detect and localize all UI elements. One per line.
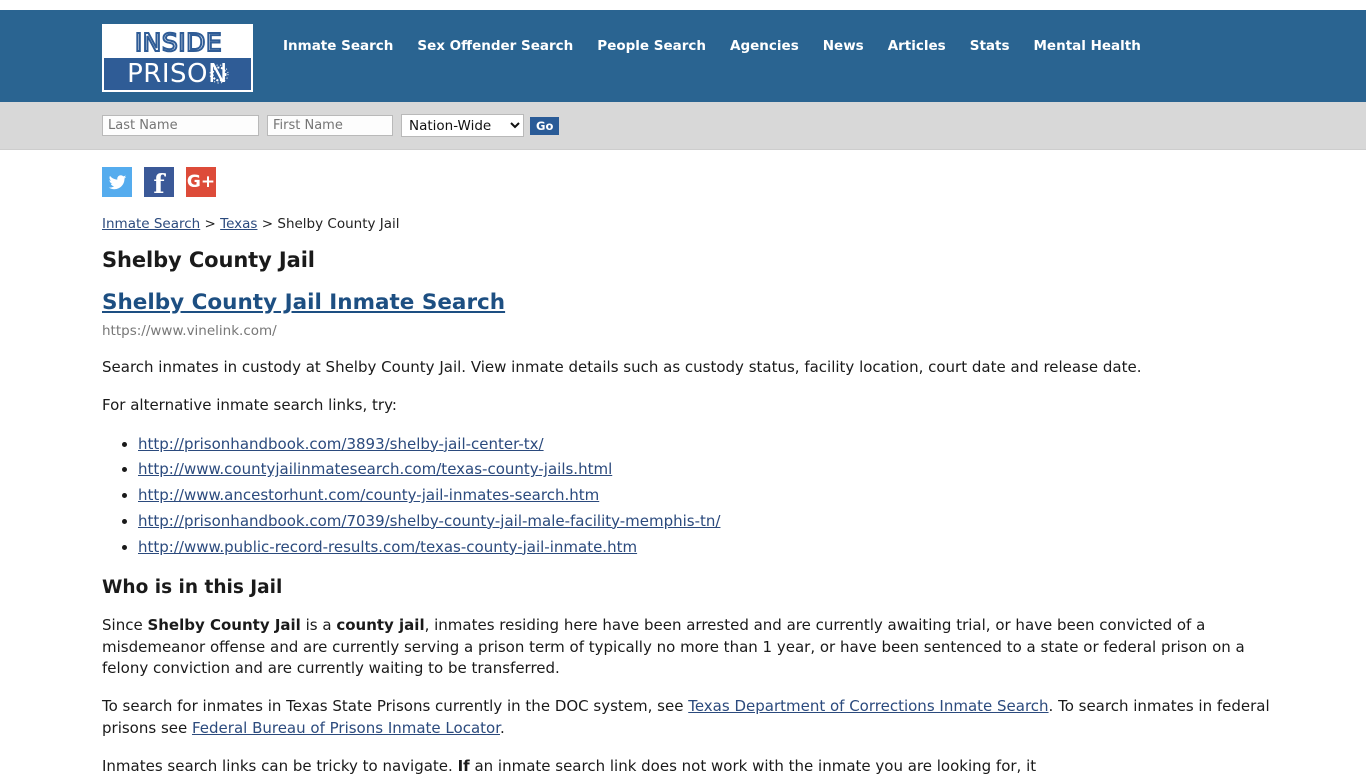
- inmate-search-bar: Nation-Wide Go: [0, 102, 1366, 150]
- region-select[interactable]: Nation-Wide: [401, 114, 524, 137]
- primary-inmate-search-link[interactable]: Shelby County Jail Inmate Search: [102, 290, 505, 315]
- who-part-2: is a: [300, 616, 337, 635]
- alt-link-5[interactable]: http://www.public-record-results.com/tex…: [138, 538, 637, 556]
- primary-link-url: https://www.vinelink.com/: [102, 323, 277, 339]
- facebook-f-glyph: f: [153, 169, 165, 200]
- page-title: Shelby County Jail: [102, 248, 315, 272]
- go-button[interactable]: Go: [530, 116, 560, 135]
- twitter-bird-glyph: [108, 174, 126, 189]
- section-title-who-is-in-this-jail: Who is in this Jail: [102, 577, 283, 599]
- clipped-bold-if: If: [457, 756, 470, 775]
- first-name-input[interactable]: [267, 115, 393, 136]
- nav-item-news[interactable]: News: [823, 38, 864, 54]
- clipped-part-2: an inmate search link does not work with…: [469, 756, 1037, 775]
- list-item: http://prisonhandbook.com/3893/shelby-ja…: [138, 434, 1280, 456]
- nav-item-sex-offender-search[interactable]: Sex Offender Search: [417, 38, 573, 54]
- nav-item-inmate-search[interactable]: Inmate Search: [283, 38, 393, 54]
- last-name-input[interactable]: [102, 115, 259, 136]
- list-item: http://www.countyjailinmatesearch.com/te…: [138, 459, 1280, 481]
- nav-item-mental-health[interactable]: Mental Health: [1034, 38, 1141, 54]
- alt-link-3[interactable]: http://www.ancestorhunt.com/county-jail-…: [138, 486, 599, 504]
- doc-part-1: To search for inmates in Texas State Pri…: [102, 697, 689, 716]
- logo-bottom-half: PRISON: [104, 58, 251, 90]
- main-navigation: Inmate Search Sex Offender Search People…: [283, 38, 1141, 54]
- google-plus-icon[interactable]: G+: [186, 167, 216, 197]
- site-header: INSIDE PRISON Inmate Search Sex Offender…: [0, 10, 1366, 102]
- logo-top-half: INSIDE: [104, 26, 251, 58]
- breadcrumb-separator-2: >: [261, 216, 274, 232]
- doc-part-3: .: [500, 718, 505, 737]
- breadcrumb-separator-1: >: [204, 216, 216, 232]
- twitter-icon[interactable]: [102, 167, 132, 197]
- site-logo[interactable]: INSIDE PRISON: [102, 24, 253, 92]
- who-bold-county-jail: county jail: [336, 616, 425, 635]
- breadcrumb: Inmate Search > Texas > Shelby County Ja…: [102, 216, 1280, 232]
- nav-item-agencies[interactable]: Agencies: [730, 38, 799, 54]
- doc-search-paragraph: To search for inmates in Texas State Pri…: [102, 696, 1280, 739]
- texas-doc-inmate-search-link[interactable]: Texas Department of Corrections Inmate S…: [688, 697, 1048, 715]
- federal-bop-inmate-locator-link[interactable]: Federal Bureau of Prisons Inmate Locator: [192, 719, 500, 737]
- google-plus-glyph: G+: [186, 171, 216, 192]
- facebook-icon[interactable]: f: [144, 167, 174, 200]
- logo-text-inside: INSIDE: [134, 27, 223, 57]
- breadcrumb-item-current: Shelby County Jail: [277, 216, 400, 232]
- top-white-strip: [0, 0, 1366, 10]
- alt-link-1[interactable]: http://prisonhandbook.com/3893/shelby-ja…: [138, 435, 544, 453]
- list-item: http://www.public-record-results.com/tex…: [138, 537, 1280, 559]
- facility-description: Search inmates in custody at Shelby Coun…: [102, 358, 1142, 376]
- alt-link-4[interactable]: http://prisonhandbook.com/7039/shelby-co…: [138, 512, 720, 530]
- page-content: f G+ Inmate Search > Texas > Shelby Coun…: [0, 150, 1366, 777]
- clipped-bottom-paragraph: Inmates search links can be tricky to na…: [102, 756, 1280, 777]
- clipped-part-1: Inmates search links can be tricky to na…: [102, 756, 458, 775]
- list-item: http://prisonhandbook.com/7039/shelby-co…: [138, 511, 1280, 533]
- who-part-1: Since: [102, 616, 148, 635]
- who-bold-facility: Shelby County Jail: [147, 616, 301, 635]
- nav-item-articles[interactable]: Articles: [888, 38, 946, 54]
- breadcrumb-item-inmate-search[interactable]: Inmate Search: [102, 216, 200, 232]
- barbed-wire-circle-icon: [209, 64, 229, 84]
- alt-link-2[interactable]: http://www.countyjailinmatesearch.com/te…: [138, 460, 612, 478]
- alternative-links-list: http://prisonhandbook.com/3893/shelby-ja…: [102, 434, 1280, 559]
- alt-links-intro: For alternative inmate search links, try…: [102, 396, 397, 415]
- list-item: http://www.ancestorhunt.com/county-jail-…: [138, 485, 1280, 507]
- who-is-in-jail-paragraph: Since Shelby County Jail is a county jai…: [102, 615, 1280, 679]
- nav-item-stats[interactable]: Stats: [970, 38, 1010, 54]
- social-share-row: f G+: [102, 167, 1280, 200]
- nav-item-people-search[interactable]: People Search: [597, 38, 706, 54]
- breadcrumb-item-texas[interactable]: Texas: [220, 216, 257, 232]
